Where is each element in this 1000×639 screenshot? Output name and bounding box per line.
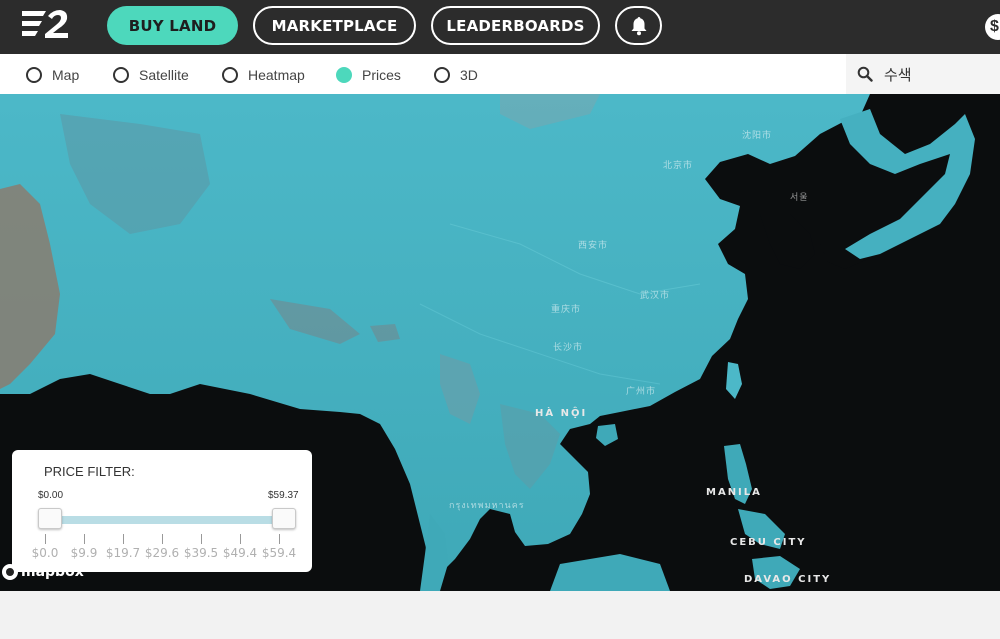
price-filter-min-value: $0.00 — [38, 490, 64, 501]
radio-prices[interactable] — [336, 67, 352, 83]
map-label-wuhan: 武汉市 — [640, 290, 671, 300]
price-slider-max-handle[interactable] — [272, 508, 296, 529]
price-slider-tick-label: $29.6 — [144, 546, 180, 560]
buy-land-button[interactable]: BUY LAND — [107, 6, 238, 45]
radio-heatmap[interactable] — [222, 67, 238, 83]
map-view[interactable]: 北京市 沈阳市 서울 西安市 武汉市 重庆市 长沙市 广州市 HÀ NỘI กร… — [0, 94, 1000, 591]
search-icon[interactable] — [846, 54, 884, 94]
map-label-manila: MANILA — [706, 487, 762, 498]
top-bar: BUY LAND MARKETPLACE LEADERBOARDS $ — [0, 0, 1000, 54]
price-slider-tick-label: $0.0 — [31, 546, 59, 560]
radio-3d[interactable] — [434, 67, 450, 83]
price-filter-panel: PRICE FILTER: $0.00 $59.37 $0.0 $9.9 $19.7… — [12, 450, 312, 572]
bell-icon — [631, 16, 646, 35]
layer-label-map: Map — [52, 67, 80, 83]
price-slider-tick-label: $9.9 — [70, 546, 98, 560]
price-slider-track[interactable] — [42, 516, 292, 524]
radio-map[interactable] — [26, 67, 42, 83]
price-slider-range-fill — [42, 516, 292, 524]
map-label-changsha: 长沙市 — [553, 342, 584, 352]
leaderboards-button[interactable]: LEADERBOARDS — [431, 6, 600, 45]
price-slider-tick — [279, 534, 280, 544]
price-slider-tick — [123, 534, 124, 544]
map-label-xian: 西安市 — [578, 240, 609, 250]
marketplace-button[interactable]: MARKETPLACE — [253, 6, 416, 45]
price-slider-tick — [240, 534, 241, 544]
map-label-seoul: 서울 — [790, 192, 809, 202]
notifications-button[interactable] — [615, 6, 662, 45]
map-label-davao: DAVAO CITY — [744, 574, 832, 585]
layer-label-satellite: Satellite — [139, 67, 189, 83]
price-slider-tick — [45, 534, 46, 544]
search-input[interactable] — [884, 65, 994, 83]
price-slider-tick-label: $59.4 — [261, 546, 297, 560]
price-slider-tick-label: $19.7 — [105, 546, 141, 560]
price-filter-title: PRICE FILTER: — [44, 464, 135, 479]
layer-bar: Map Satellite Heatmap Prices 3D — [0, 54, 1000, 94]
map-label-bangkok: กรุงเทพมหานคร — [449, 500, 525, 510]
layer-option-satellite[interactable]: Satellite — [113, 66, 189, 84]
balance-icon[interactable]: $ — [985, 14, 1000, 40]
price-slider-tick — [162, 534, 163, 544]
layer-label-prices: Prices — [362, 67, 401, 83]
map-label-shenyang: 沈阳市 — [742, 130, 773, 140]
price-slider-tick — [84, 534, 85, 544]
search-box — [846, 54, 1000, 94]
radio-satellite[interactable] — [113, 67, 129, 83]
map-label-hanoi: HÀ NỘI — [535, 408, 588, 419]
map-label-cebu: CEBU CITY — [730, 537, 807, 548]
layer-option-map[interactable]: Map — [26, 66, 79, 84]
layer-option-heatmap[interactable]: Heatmap — [222, 66, 305, 84]
map-label-beijing: 北京市 — [663, 160, 694, 170]
map-label-guangzhou: 广州市 — [626, 386, 657, 396]
price-slider-min-handle[interactable] — [38, 508, 62, 529]
layer-label-3d: 3D — [460, 67, 478, 83]
layer-label-heatmap: Heatmap — [248, 67, 305, 83]
layer-option-prices[interactable]: Prices — [336, 66, 401, 84]
japan-land — [840, 109, 975, 259]
layer-option-3d[interactable]: 3D — [434, 66, 478, 84]
price-filter-max-value: $59.37 — [268, 490, 299, 501]
price-slider-tick-label: $49.4 — [222, 546, 258, 560]
price-slider-tick-label: $39.5 — [183, 546, 219, 560]
price-slider-tick — [201, 534, 202, 544]
map-label-chongqing: 重庆市 — [551, 304, 582, 314]
e2-logo[interactable] — [20, 8, 70, 40]
